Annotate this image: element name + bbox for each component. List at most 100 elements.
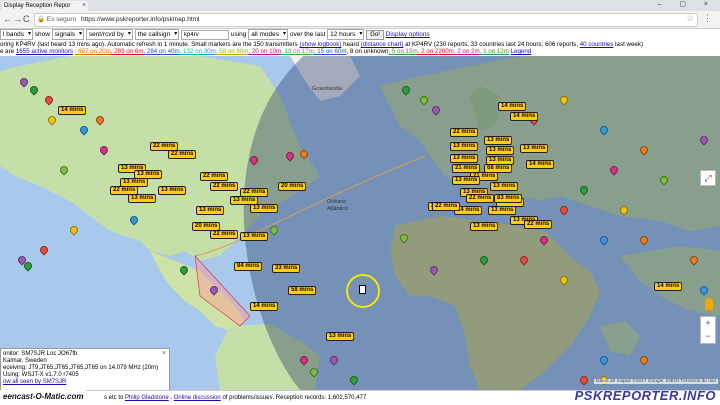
band-counts: : 697 on 20m, 283 on 6m, 284 on 40m, 132… — [75, 48, 509, 55]
mode-select[interactable]: all modes — [248, 29, 289, 40]
greenland-label: Groenlandia — [312, 86, 342, 92]
footer-text-c: of problems/issues. Reception records: 1… — [222, 395, 367, 401]
active-monitors-link[interactable]: 1655 active monitors — [16, 48, 73, 55]
lock-icon: 🔒 — [37, 16, 46, 23]
browser-tab[interactable]: Display Reception Repor × — [2, 1, 88, 11]
mouse-cursor-icon — [359, 285, 366, 294]
band-count-item[interactable]: , 8 on unknown — [346, 48, 388, 55]
zoom-out-button[interactable]: − — [701, 330, 715, 343]
display-options-link[interactable]: Display options — [386, 31, 430, 38]
band-select[interactable]: l bands — [0, 29, 33, 40]
map-background — [0, 56, 720, 390]
url-text[interactable]: https://www.pskreporter.info/pskmap.html — [81, 16, 200, 23]
time-label[interactable]: 14 mins — [498, 102, 527, 111]
back-arrow-icon[interactable]: ← — [3, 14, 12, 24]
time-label[interactable]: 13 mins — [488, 206, 517, 215]
fullscreen-icon[interactable]: ⤢ — [700, 170, 716, 186]
band-count-item[interactable]: , 2 on 2m — [454, 48, 480, 55]
address-toolbar: ← → C 🔒 Es seguro https://www.pskreporte… — [0, 11, 720, 29]
popup-show-all-link[interactable]: ow all seen by SM7SJR — [3, 379, 167, 386]
band-count-item[interactable]: , 1 on 12m — [480, 48, 509, 55]
time-label[interactable]: 13 mins — [484, 136, 513, 145]
time-label[interactable]: 22 mins — [450, 128, 479, 137]
time-label[interactable]: 13 mins — [450, 142, 479, 151]
url-bar[interactable]: 🔒 Es seguro https://www.pskreporter.info… — [34, 13, 698, 27]
query-controls: l bands show signals sent/rcvd by the ca… — [0, 29, 720, 41]
logbook-link[interactable]: (show logbook) — [299, 41, 341, 48]
discussion-link[interactable]: Online discussion — [174, 395, 221, 401]
band-count-item[interactable]: , 2 on 2200m — [418, 48, 454, 55]
street-view-pegman-icon[interactable] — [705, 298, 713, 310]
time-label[interactable]: 13 mins — [450, 154, 479, 163]
time-label[interactable]: 14 mins — [654, 282, 683, 291]
status-text-c: at KP4RV (230 reports, 33 countries last… — [405, 41, 578, 48]
zoom-in-button[interactable]: + — [701, 317, 715, 330]
callsign-type-select[interactable]: the callsign — [134, 29, 180, 40]
browser-tab-strip: Display Reception Repor × – ▢ × — [0, 0, 720, 11]
popup-line-1: onitor: SM7SJR Loc JO67fb — [3, 351, 78, 357]
go-button[interactable]: Go! — [366, 29, 384, 40]
browser-menu-icon[interactable]: ⋮ — [703, 13, 712, 24]
time-label[interactable]: 13 mins — [326, 332, 355, 341]
band-count-item[interactable]: , 20 on 10m — [248, 48, 281, 55]
time-label[interactable]: 13 mins — [452, 176, 481, 185]
stats-prefix: e are — [0, 48, 15, 55]
bookmark-star-icon[interactable]: ☆ — [686, 13, 694, 24]
time-label[interactable]: 20 mins — [278, 182, 307, 191]
time-label[interactable]: 22 mins — [524, 220, 553, 229]
time-label[interactable]: 33 mins — [272, 264, 301, 273]
band-count-item[interactable]: , 15 on 60m — [314, 48, 347, 55]
time-label[interactable]: 14 mins — [510, 112, 539, 121]
time-label[interactable]: 22 mins — [168, 150, 197, 159]
map-canvas[interactable]: Groenlandia Océano Atlántico 14 mins 22 m… — [0, 56, 720, 390]
time-label[interactable]: 13 mins — [490, 182, 519, 191]
show-select[interactable]: signals — [51, 29, 85, 40]
time-label[interactable]: 22 mins — [432, 202, 461, 211]
time-label[interactable]: 14 mins — [250, 302, 279, 311]
band-count-item[interactable]: : 697 on 20m — [75, 48, 111, 55]
time-select[interactable]: 12 hours — [327, 29, 365, 40]
time-label[interactable]: 13 mins — [250, 204, 279, 213]
time-label[interactable]: 13 mins — [158, 186, 187, 195]
time-label[interactable]: 58 mins — [288, 286, 317, 295]
popup-close-icon[interactable]: × — [162, 350, 166, 357]
time-label[interactable]: 13 mins — [240, 232, 269, 241]
time-label[interactable]: 22 mins — [200, 172, 229, 181]
sent-rcvd-select[interactable]: sent/rcvd by — [85, 29, 133, 40]
popup-line-3: eceiving: JT9,JT65,JT65,JT65,JT65 on 14.… — [3, 365, 159, 371]
time-label[interactable]: 13 mins — [520, 144, 549, 153]
time-label[interactable]: 84 mins — [234, 262, 263, 271]
time-label[interactable]: 14 mins — [58, 106, 87, 115]
tab-close-icon[interactable]: × — [82, 1, 86, 11]
time-label[interactable]: 22 mins — [210, 182, 239, 191]
countries-link[interactable]: 40 countries — [580, 41, 614, 48]
band-count-item[interactable]: , 283 on 6m — [111, 48, 144, 55]
time-label[interactable]: 13 mins — [128, 194, 157, 203]
band-count-item[interactable]: , 284 on 40m — [143, 48, 179, 55]
time-label[interactable]: 22 mins — [210, 230, 239, 239]
window-controls[interactable]: – ▢ × — [658, 0, 716, 8]
distance-chart-link[interactable]: (distance chart) — [361, 41, 404, 48]
pskreporter-watermark: PSKREPORTER.INFO — [574, 388, 716, 403]
callsign-input[interactable] — [181, 29, 230, 40]
time-label[interactable]: 13 mins — [470, 222, 499, 231]
time-label[interactable]: 14 mins — [526, 160, 555, 169]
forward-arrow-icon[interactable]: → — [13, 14, 22, 24]
status-text-d: last week) — [615, 41, 644, 48]
band-count-item[interactable]: , 132 on 30m — [180, 48, 216, 55]
reload-icon[interactable]: C — [23, 14, 30, 24]
band-count-item[interactable]: , 5 on 15m — [388, 48, 417, 55]
show-label: show — [34, 31, 50, 39]
author-link[interactable]: Philip Gladstone — [125, 395, 169, 401]
time-label[interactable]: 83 mins — [494, 194, 523, 203]
using-label: using — [230, 31, 247, 39]
band-count-item[interactable]: , 19 on 17m — [281, 48, 314, 55]
band-count-item[interactable]: , 58 on 80m — [216, 48, 249, 55]
time-label[interactable]: 13 mins — [486, 146, 515, 155]
ocean-label-1: Océano — [327, 199, 347, 205]
over-label: over the last — [289, 31, 326, 39]
time-label[interactable]: 13 mins — [196, 206, 225, 215]
legend-link[interactable]: Legend — [511, 48, 532, 55]
zoom-control: + − — [700, 316, 716, 344]
time-label[interactable]: 22 mins — [466, 194, 495, 203]
